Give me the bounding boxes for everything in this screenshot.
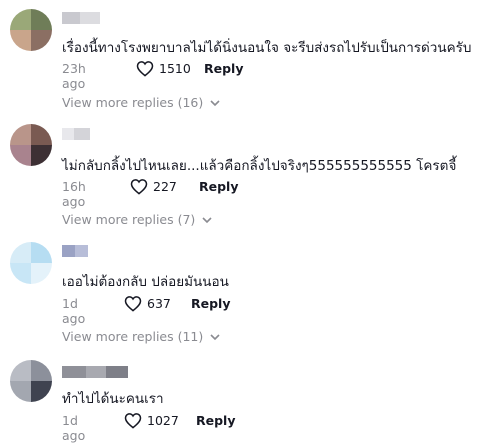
chevron-down-icon [210, 333, 220, 340]
comment-text: ไม่กลับกลิ้งไปไหนเลย...แล้วคือกลิ้งไปจริ… [62, 158, 457, 174]
comment-text: เออไม่ต้องกลับ ปล่อยมันนอน [62, 274, 229, 290]
like-button[interactable]: 637 [124, 295, 171, 312]
reply-button[interactable]: Reply [196, 413, 235, 428]
like-button[interactable]: 1510 [136, 60, 191, 77]
comment-time: 1d ago [62, 413, 86, 443]
like-button[interactable]: 227 [130, 178, 177, 195]
view-more-replies-label: View more replies (16) [62, 95, 204, 110]
avatar[interactable] [10, 360, 52, 402]
heart-outline-icon [124, 413, 142, 429]
heart-outline-icon [136, 61, 154, 77]
like-count: 1027 [147, 413, 179, 428]
heart-outline-icon [130, 179, 148, 195]
chevron-down-icon [202, 216, 212, 223]
comment-time: 23h ago [62, 61, 86, 91]
like-count: 637 [147, 296, 171, 311]
avatar[interactable] [10, 242, 52, 284]
comment-time: 1d ago [62, 296, 86, 326]
view-more-replies-label: View more replies (11) [62, 329, 204, 344]
view-more-replies[interactable]: View more replies (11) [62, 329, 220, 344]
chevron-down-icon [210, 99, 220, 106]
reply-button[interactable]: Reply [199, 179, 238, 194]
like-count: 227 [153, 179, 177, 194]
comment-text: เรื่องนี้ทางโรงพยาบาลไม่ได้นิ่งนอนใจ จะร… [62, 40, 472, 56]
comment-time: 16h ago [62, 179, 86, 209]
comment-text: ทำไปได้นะคนเรา [62, 391, 164, 407]
reply-button[interactable]: Reply [204, 61, 243, 76]
view-more-replies[interactable]: View more replies (7) [62, 212, 212, 227]
view-more-replies-label: View more replies (7) [62, 212, 196, 227]
reply-button[interactable]: Reply [191, 296, 230, 311]
avatar[interactable] [10, 124, 52, 166]
avatar[interactable] [10, 9, 52, 51]
view-more-replies[interactable]: View more replies (16) [62, 95, 220, 110]
like-count: 1510 [159, 61, 191, 76]
heart-outline-icon [124, 296, 142, 312]
like-button[interactable]: 1027 [124, 412, 179, 429]
